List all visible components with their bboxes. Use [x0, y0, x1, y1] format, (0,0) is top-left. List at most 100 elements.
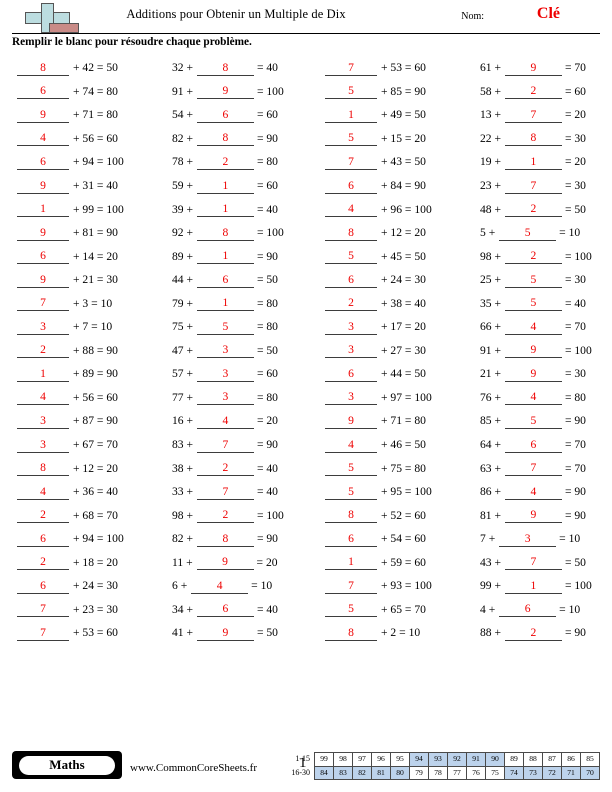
answer-blank[interactable]: 3: [325, 389, 377, 406]
answer-blank[interactable]: 4: [504, 319, 562, 335]
answer-blank[interactable]: 2: [504, 625, 562, 641]
answer-blank[interactable]: 3: [17, 413, 69, 429]
answer-blank[interactable]: 2: [325, 295, 377, 312]
answer-blank[interactable]: 4: [17, 389, 69, 406]
answer-blank[interactable]: 1: [196, 201, 254, 218]
answer-blank[interactable]: 6: [325, 531, 377, 547]
answer-blank[interactable]: 9: [504, 342, 562, 359]
answer-blank[interactable]: 9: [325, 413, 377, 429]
answer-blank[interactable]: 6: [325, 272, 377, 288]
answer-blank[interactable]: 4: [17, 484, 69, 500]
answer-blank[interactable]: 4: [504, 389, 562, 406]
answer-blank[interactable]: 7: [325, 60, 377, 76]
answer-blank[interactable]: 2: [196, 507, 254, 524]
answer-blank[interactable]: 8: [17, 460, 69, 477]
answer-blank[interactable]: 7: [17, 295, 69, 312]
answer-blank[interactable]: 7: [504, 460, 562, 477]
answer-blank[interactable]: 1: [196, 248, 254, 265]
answer-blank[interactable]: 5: [325, 248, 377, 265]
answer-blank[interactable]: 9: [196, 554, 254, 571]
answer-blank[interactable]: 8: [196, 531, 254, 547]
answer-blank[interactable]: 6: [504, 437, 562, 453]
answer-blank[interactable]: 9: [504, 366, 562, 382]
answer-blank[interactable]: 7: [17, 601, 69, 618]
answer-blank[interactable]: 8: [325, 225, 377, 241]
answer-blank[interactable]: 3: [17, 437, 69, 453]
answer-blank[interactable]: 3: [325, 342, 377, 359]
answer-blank[interactable]: 6: [17, 248, 69, 265]
answer-blank[interactable]: 4: [191, 578, 249, 594]
answer-blank[interactable]: 5: [196, 319, 254, 335]
answer-blank[interactable]: 8: [196, 225, 254, 241]
answer-blank[interactable]: 5: [325, 83, 377, 100]
answer-blank[interactable]: 4: [325, 201, 377, 218]
answer-blank[interactable]: 7: [17, 625, 69, 641]
answer-blank[interactable]: 8: [325, 507, 377, 524]
answer-blank[interactable]: 3: [325, 319, 377, 335]
answer-blank[interactable]: 3: [196, 342, 254, 359]
answer-blank[interactable]: 1: [196, 295, 254, 312]
answer-blank[interactable]: 5: [504, 413, 562, 429]
answer-blank[interactable]: 7: [196, 437, 254, 453]
answer-blank[interactable]: 1: [325, 107, 377, 123]
answer-blank[interactable]: 6: [196, 107, 254, 123]
answer-blank[interactable]: 9: [196, 83, 254, 100]
answer-blank[interactable]: 8: [504, 130, 562, 147]
answer-blank[interactable]: 7: [504, 107, 562, 123]
answer-blank[interactable]: 2: [504, 248, 562, 265]
answer-blank[interactable]: 7: [504, 554, 562, 571]
answer-blank[interactable]: 8: [17, 60, 69, 76]
answer-blank[interactable]: 7: [325, 578, 377, 594]
answer-blank[interactable]: 2: [17, 507, 69, 524]
answer-blank[interactable]: 8: [196, 130, 254, 147]
answer-blank[interactable]: 2: [196, 154, 254, 170]
answer-blank[interactable]: 2: [196, 460, 254, 477]
answer-blank[interactable]: 7: [325, 154, 377, 170]
answer-blank[interactable]: 6: [196, 601, 254, 618]
answer-blank[interactable]: 1: [196, 178, 254, 194]
answer-blank[interactable]: 3: [499, 531, 557, 547]
answer-blank[interactable]: 1: [325, 554, 377, 571]
answer-blank[interactable]: 5: [325, 460, 377, 477]
answer-blank[interactable]: 9: [504, 507, 562, 524]
answer-blank[interactable]: 4: [325, 437, 377, 453]
answer-blank[interactable]: 9: [196, 625, 254, 641]
answer-blank[interactable]: 1: [504, 154, 562, 170]
answer-blank[interactable]: 7: [504, 178, 562, 194]
answer-blank[interactable]: 8: [325, 625, 377, 641]
answer-blank[interactable]: 5: [325, 601, 377, 618]
answer-blank[interactable]: 2: [17, 342, 69, 359]
answer-blank[interactable]: 6: [17, 154, 69, 170]
answer-blank[interactable]: 6: [499, 601, 557, 618]
answer-blank[interactable]: 4: [17, 130, 69, 147]
answer-blank[interactable]: 9: [504, 60, 562, 76]
answer-blank[interactable]: 7: [196, 484, 254, 500]
answer-blank[interactable]: 2: [17, 554, 69, 571]
answer-blank[interactable]: 2: [504, 83, 562, 100]
answer-blank[interactable]: 5: [504, 272, 562, 288]
answer-blank[interactable]: 6: [196, 272, 254, 288]
answer-blank[interactable]: 2: [504, 201, 562, 218]
answer-blank[interactable]: 9: [17, 225, 69, 241]
answer-blank[interactable]: 8: [196, 60, 254, 76]
answer-blank[interactable]: 5: [504, 295, 562, 312]
answer-blank[interactable]: 3: [196, 366, 254, 382]
answer-blank[interactable]: 5: [325, 130, 377, 147]
answer-blank[interactable]: 6: [17, 83, 69, 100]
answer-blank[interactable]: 6: [17, 578, 69, 594]
answer-blank[interactable]: 5: [325, 484, 377, 500]
answer-blank[interactable]: 5: [499, 225, 557, 241]
answer-blank[interactable]: 6: [325, 366, 377, 382]
answer-blank[interactable]: 4: [196, 413, 254, 429]
answer-blank[interactable]: 3: [196, 389, 254, 406]
answer-blank[interactable]: 1: [504, 578, 562, 594]
answer-blank[interactable]: 9: [17, 178, 69, 194]
answer-blank[interactable]: 6: [17, 531, 69, 547]
answer-blank[interactable]: 6: [325, 178, 377, 194]
answer-blank[interactable]: 1: [17, 366, 69, 382]
answer-blank[interactable]: 9: [17, 272, 69, 288]
answer-blank[interactable]: 1: [17, 201, 69, 218]
answer-blank[interactable]: 9: [17, 107, 69, 123]
answer-blank[interactable]: 3: [17, 319, 69, 335]
answer-blank[interactable]: 4: [504, 484, 562, 500]
